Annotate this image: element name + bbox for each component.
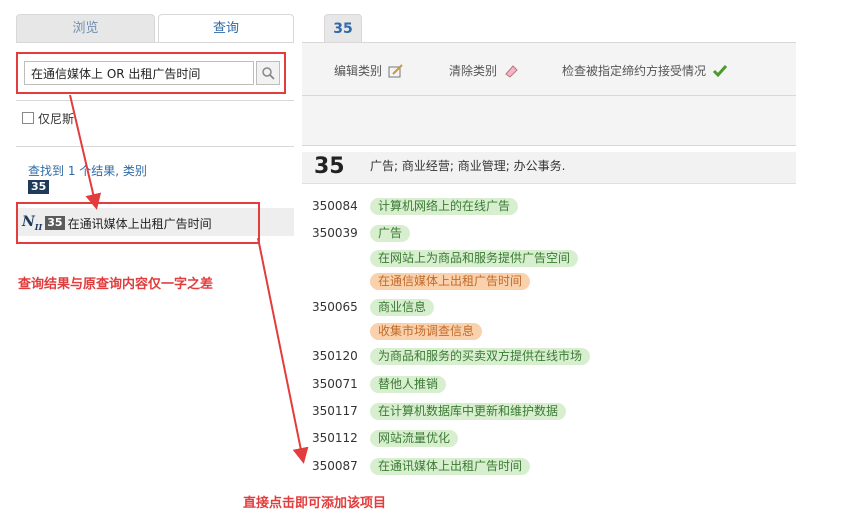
annotation-arrows [69,94,309,464]
arrow-search-to-result [69,94,102,210]
arrow-result-to-entry [257,237,309,464]
